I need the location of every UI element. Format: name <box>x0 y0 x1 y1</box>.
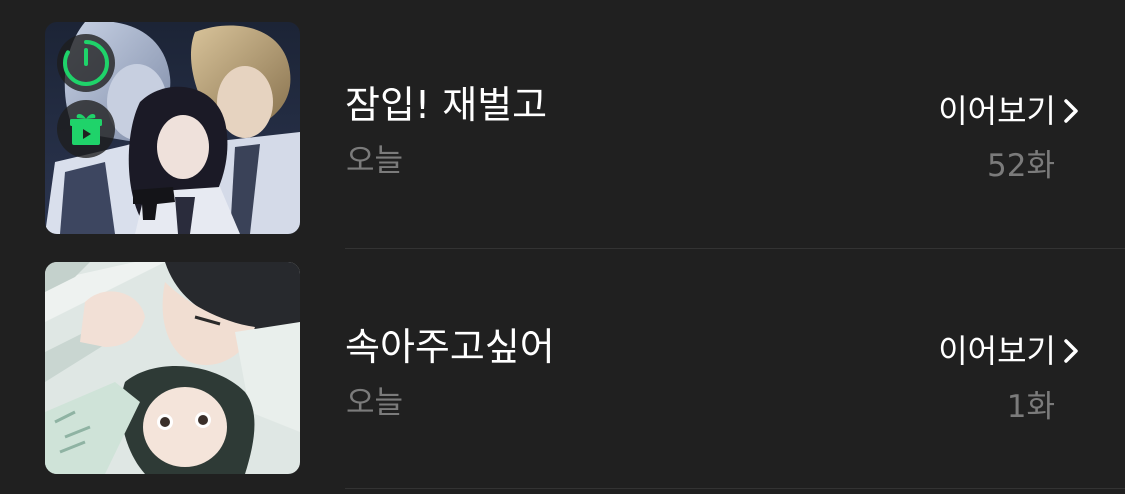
gift-badge <box>57 100 115 158</box>
continue-reading-label: 이어보기 <box>938 332 1056 370</box>
continue-reading-button[interactable]: 이어보기 <box>938 91 1080 131</box>
timer-icon <box>63 40 109 86</box>
comic-cover-art <box>45 262 300 474</box>
episode-number: 1화 <box>1006 389 1055 425</box>
wait-free-timer-badge <box>57 34 115 92</box>
chevron-right-icon <box>1064 339 1078 363</box>
episode-number: 52화 <box>987 148 1055 184</box>
chevron-right-icon <box>1064 99 1078 123</box>
updated-label: 오늘 <box>346 385 404 421</box>
updated-label: 오늘 <box>346 143 404 179</box>
recently-viewed-list: 잠입! 재벌고 오늘 이어보기 52화 속아주고싶어 오늘 이어보기 1화 <box>0 0 1125 494</box>
list-item[interactable]: 속아주고싶어 오늘 이어보기 1화 <box>0 240 1125 489</box>
gift-icon <box>70 114 102 145</box>
divider <box>345 488 1125 489</box>
comic-title: 잠입! 재벌고 <box>345 83 548 127</box>
comic-thumbnail[interactable] <box>45 262 300 474</box>
continue-reading-button[interactable]: 이어보기 <box>938 331 1080 371</box>
list-item[interactable]: 잠입! 재벌고 오늘 이어보기 52화 <box>0 0 1125 249</box>
continue-reading-label: 이어보기 <box>938 92 1056 130</box>
comic-title: 속아주고싶어 <box>345 325 555 369</box>
comic-thumbnail[interactable] <box>45 22 300 234</box>
